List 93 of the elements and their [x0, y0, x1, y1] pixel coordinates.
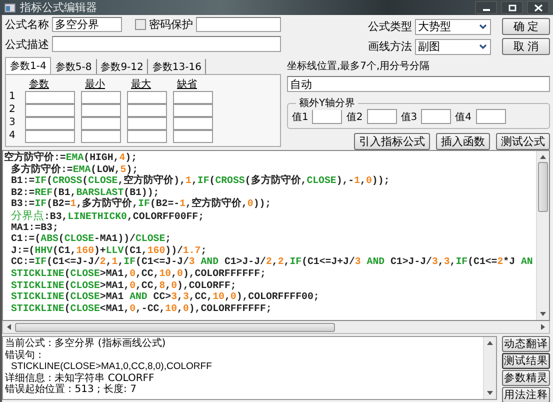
- axis-lines-field[interactable]: 自动: [287, 76, 550, 92]
- output-line: 详细信息 : 未知字符串 COLORFF: [5, 372, 156, 384]
- tab[interactable]: 参数1-4: [5, 57, 52, 74]
- app-icon: [4, 2, 16, 14]
- column-header: 参数: [28, 78, 50, 91]
- maximize-button[interactable]: [501, 1, 523, 14]
- parameter-input[interactable]: [173, 130, 213, 143]
- field-label: 值2: [346, 110, 363, 124]
- field-label: 公式名称: [5, 17, 49, 32]
- parameter-input[interactable]: [127, 130, 167, 143]
- field-label: 值1: [292, 110, 308, 124]
- close-icon: [534, 4, 542, 12]
- tool-button[interactable]: 测试公式: [496, 133, 550, 150]
- group-title: 额外Y轴分界: [296, 96, 358, 110]
- row-number: 1: [9, 91, 16, 104]
- code-line: 空方防守价:=EMA(HIGH,4);: [4, 152, 138, 163]
- tool-button[interactable]: 引入指标公式: [354, 133, 430, 150]
- code-line: STICKLINE(CLOSE>MA1,0,CC,10,0),COLORFFFFFF;: [10, 268, 267, 280]
- output-line: 错误句 :: [5, 350, 43, 361]
- code-line: 分界点:B3,LINETHICK0,COLORFF00FF;: [10, 210, 206, 222]
- dropdown[interactable]: 大势型: [415, 18, 491, 34]
- side-button[interactable]: 测试结果: [502, 353, 550, 369]
- side-button[interactable]: 参数精灵: [502, 370, 550, 386]
- password-field[interactable]: [196, 17, 281, 32]
- column-header: 缺省: [176, 78, 198, 91]
- scroll-left-icon[interactable]: [6, 323, 12, 331]
- tool-button[interactable]: 插入函数: [436, 133, 490, 150]
- parameter-input[interactable]: [81, 117, 121, 130]
- scroll-up-icon[interactable]: [539, 154, 547, 160]
- checkbox-label: 密码保护: [149, 17, 193, 32]
- value-field[interactable]: [476, 109, 506, 124]
- code-line: 多方防守价:=EMA(LOW,5);: [10, 164, 138, 175]
- code-line: MA1:=B3;: [10, 222, 60, 234]
- output-line: 错误起始位置 : 513 ; 长度: 7: [5, 384, 138, 396]
- code-line: J:=(HHV(C1,160)+LLV(C1,160))/1.7;: [10, 244, 208, 256]
- horizontal-scrollbar[interactable]: [2, 321, 550, 334]
- scroll-down-icon[interactable]: [486, 390, 494, 396]
- code-line: STICKLINE(CLOSE>MA1 AND CC>3,3,CC,10,0),COLORFFFF00;: [10, 291, 320, 303]
- dialog-button[interactable]: 确 定: [502, 18, 550, 35]
- field-label: 坐标线位置,最多7个,用分号分隔: [287, 60, 431, 73]
- scroll-right-icon[interactable]: [540, 323, 546, 331]
- code-line: STICKLINE(CLOSE>MA1,0,CC,8,0),COLORFF;: [10, 280, 238, 292]
- row-number: 2: [9, 104, 16, 117]
- output-line: 当前公式 : 多空分界 (指标画线公式): [5, 338, 167, 350]
- parameter-input[interactable]: [81, 91, 121, 104]
- parameter-input[interactable]: [173, 91, 213, 104]
- parameter-input[interactable]: [127, 91, 167, 104]
- parameter-input[interactable]: [25, 104, 75, 117]
- parameter-input[interactable]: [25, 130, 75, 143]
- parameter-input[interactable]: [25, 91, 75, 104]
- window-title: 指标公式编辑器: [20, 0, 97, 15]
- vertical-scrollbar[interactable]: [483, 337, 496, 399]
- value-field[interactable]: [421, 109, 452, 124]
- field-label: 公式类型: [368, 19, 412, 34]
- row-number: 3: [9, 117, 16, 130]
- parameter-input[interactable]: [127, 104, 167, 117]
- side-button[interactable]: 用法注释: [502, 387, 550, 402]
- close-button[interactable]: [527, 1, 549, 14]
- field-label: 公式描述: [5, 36, 49, 52]
- maximize-icon: [508, 4, 516, 12]
- scrollbar-thumb[interactable]: [538, 162, 548, 212]
- field-label: 值4: [455, 110, 472, 124]
- code-line: CC:=IF(C1<=J-J/2,1,IF(C1<=J-J/3 AND C1>J-J/2,2,IF(C1<=J+J/3 AND C1>J-J/3,3,IF(C1<=2*J AN: [10, 256, 534, 268]
- column-header: 最小: [84, 78, 106, 91]
- value-field[interactable]: [366, 109, 397, 124]
- vertical-scrollbar[interactable]: [536, 151, 549, 320]
- password-checkbox[interactable]: [135, 19, 146, 30]
- parameter-input[interactable]: [173, 104, 213, 117]
- column-header: 最大: [130, 78, 152, 91]
- parameter-input[interactable]: [25, 117, 75, 130]
- field-label: 画线方法: [368, 39, 412, 54]
- code-line: B1:=IF(CROSS(CLOSE,空方防守价),1,IF(CROSS(多方防守价,CLOSE),-1,0));: [10, 175, 391, 187]
- parameter-input[interactable]: [173, 117, 213, 130]
- code-line: STICKLINE(CLOSE<MA1,0,-CC,10,0),COLORFFFFFF;: [10, 302, 273, 314]
- code-line: C1:=(ABS(CLOSE-MA1))/CLOSE;: [10, 233, 172, 245]
- row-number: 4: [9, 130, 16, 143]
- dialog-button[interactable]: 取 消: [502, 38, 550, 55]
- code-line: B2:=REF(B1,BARSLAST(B1));: [10, 186, 160, 198]
- dropdown[interactable]: 副图: [415, 38, 491, 54]
- output-line: STICKLINE(CLOSE>MA1,0,CC,8,0),COLORFF: [10, 361, 213, 372]
- minimize-button[interactable]: [475, 1, 497, 14]
- scroll-up-icon[interactable]: [486, 340, 494, 346]
- code-line: B3:=IF(B2=1,多方防守价,IF(B2=-1,空方防守价,0));: [10, 198, 272, 210]
- side-button[interactable]: 动态翻译: [502, 336, 550, 352]
- scrollbar-thumb[interactable]: [15, 322, 335, 332]
- scroll-down-icon[interactable]: [539, 311, 547, 317]
- field-label: 值3: [400, 110, 418, 124]
- parameter-input[interactable]: [81, 130, 121, 143]
- name-field[interactable]: 多空分界: [52, 17, 122, 32]
- value-field[interactable]: [312, 109, 342, 124]
- description-field[interactable]: [52, 36, 281, 52]
- parameter-input[interactable]: [81, 104, 121, 117]
- parameter-input[interactable]: [127, 117, 167, 130]
